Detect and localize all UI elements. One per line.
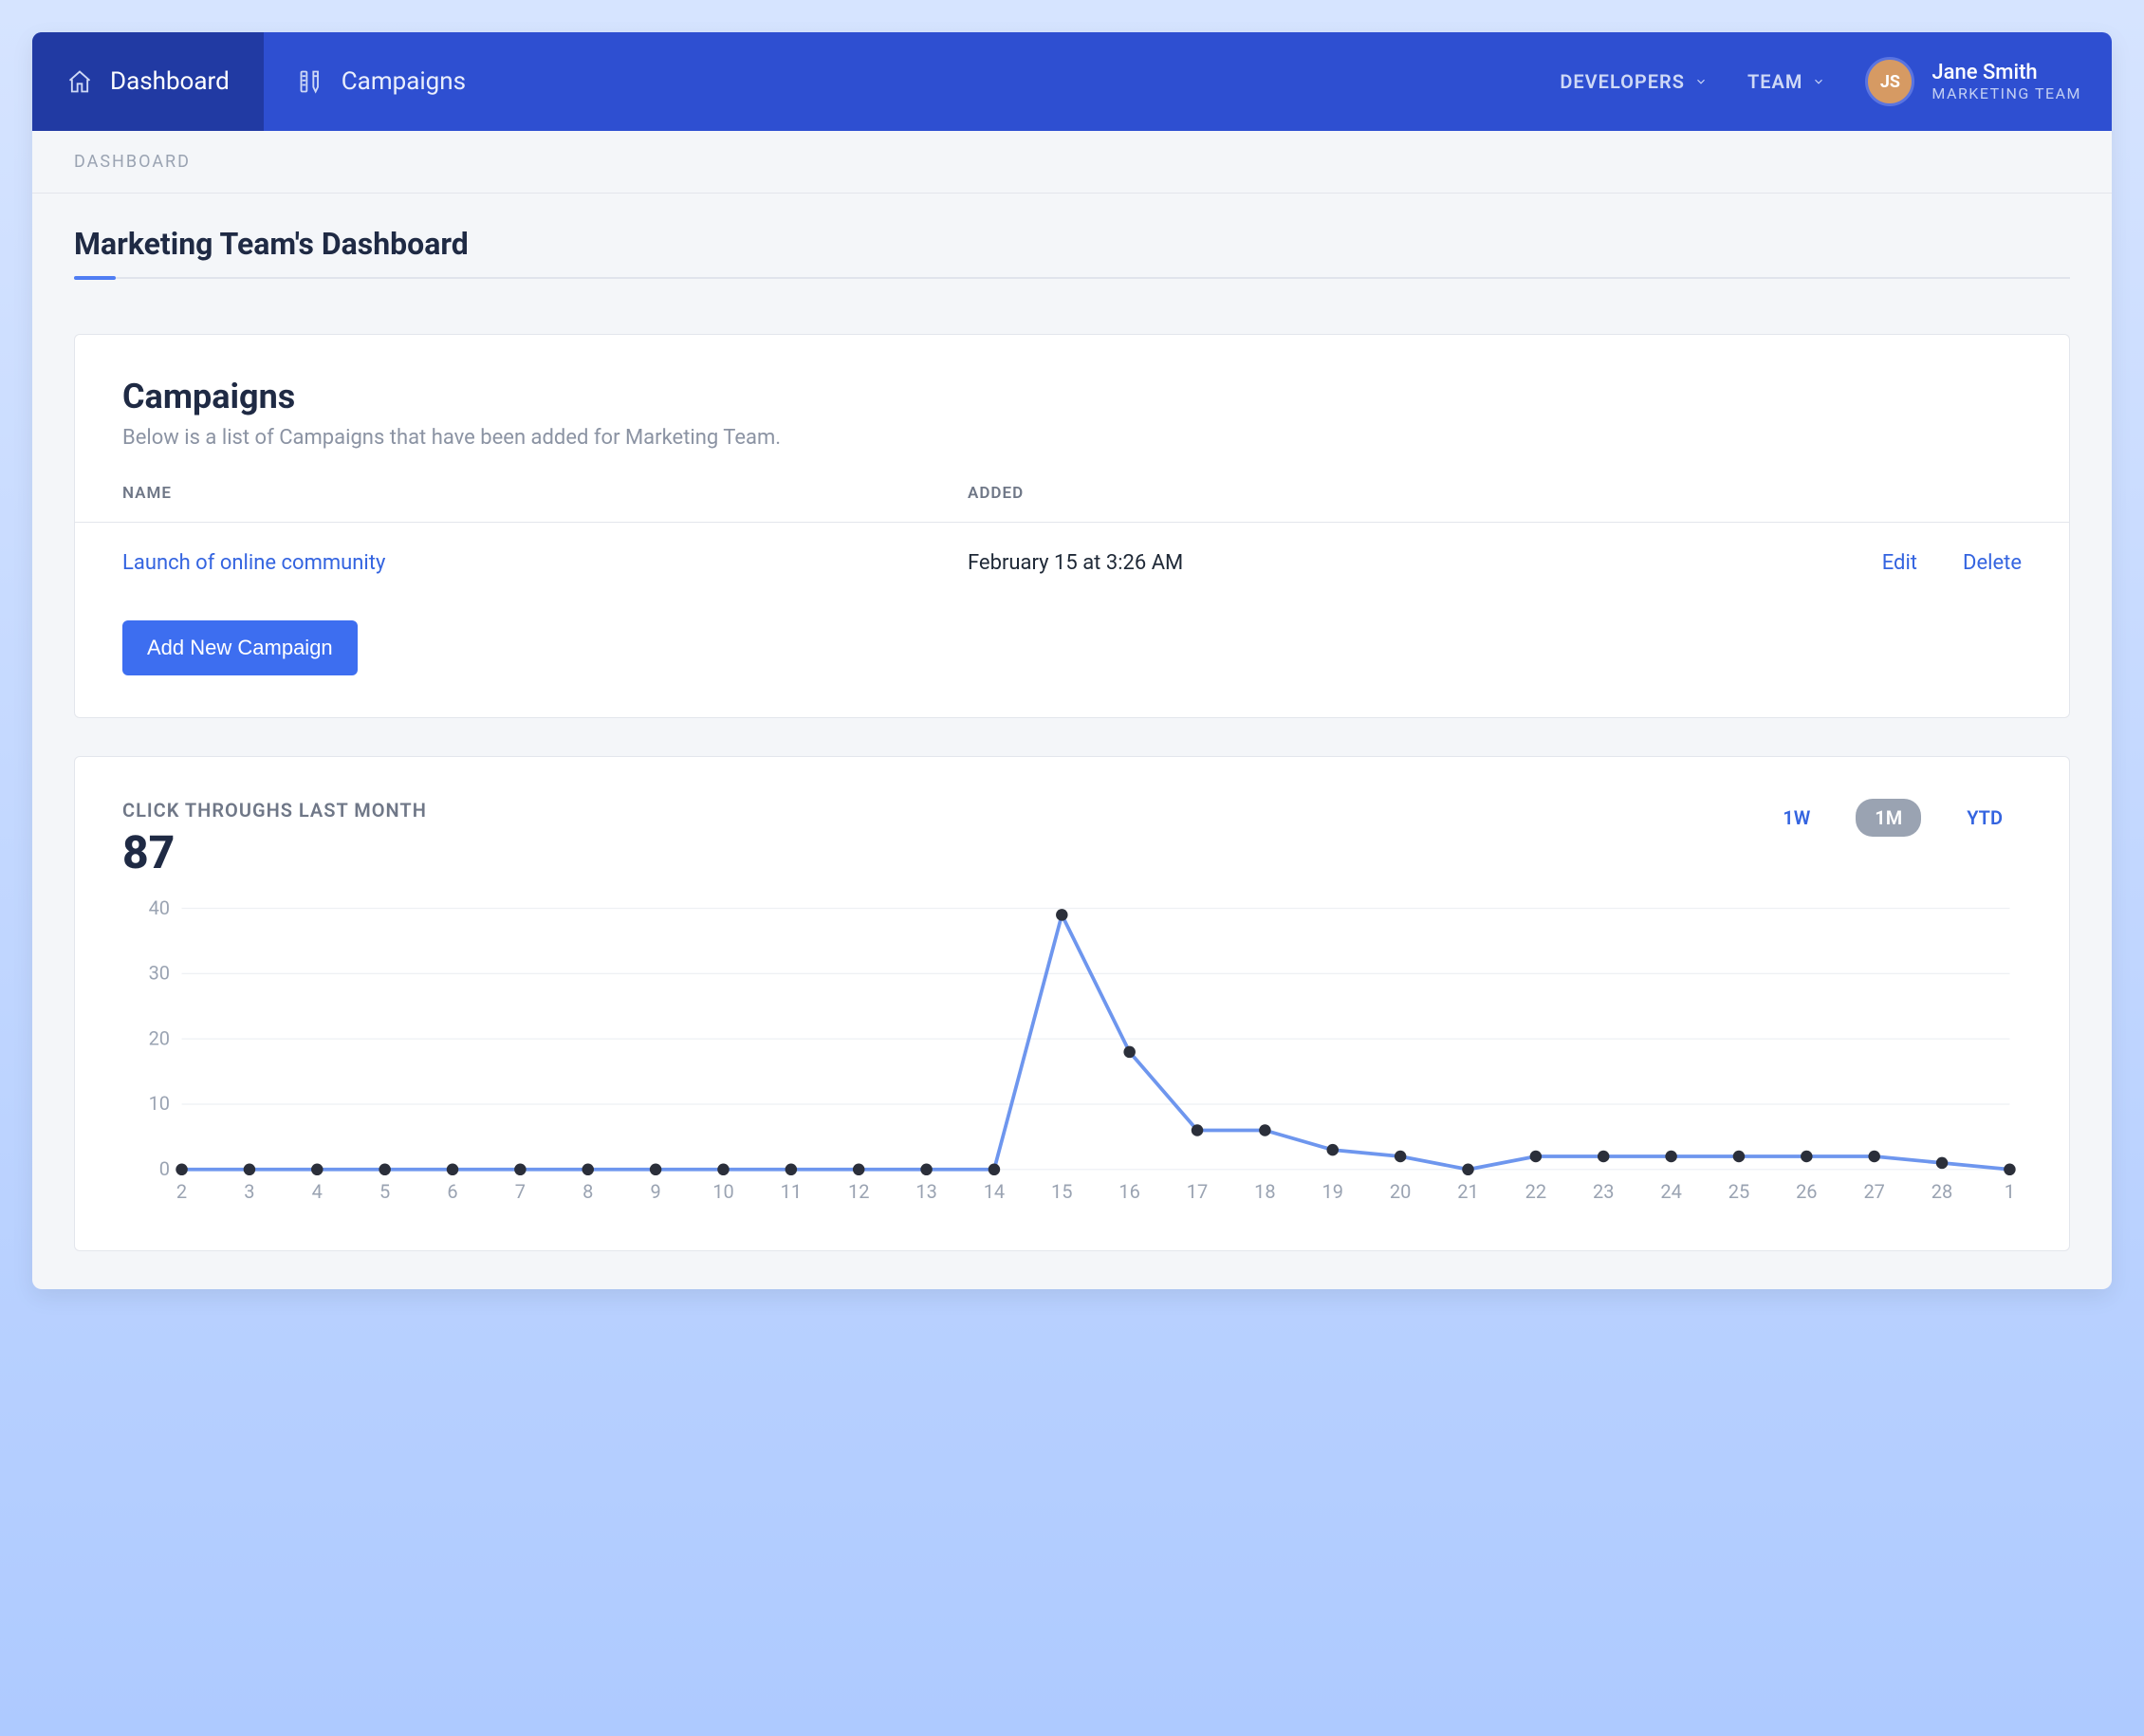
ruler-pencil-icon bbox=[298, 68, 324, 95]
user-role: MARKETING TEAM bbox=[1931, 84, 2081, 102]
svg-text:12: 12 bbox=[848, 1180, 869, 1203]
svg-text:16: 16 bbox=[1118, 1180, 1139, 1203]
page-head: Marketing Team's Dashboard bbox=[32, 194, 2112, 296]
chart-total: 87 bbox=[122, 825, 427, 879]
svg-text:0: 0 bbox=[159, 1157, 170, 1180]
svg-text:23: 23 bbox=[1593, 1180, 1614, 1203]
svg-text:4: 4 bbox=[312, 1180, 323, 1203]
user-chip[interactable]: JS Jane Smith MARKETING TEAM bbox=[1865, 57, 2081, 106]
campaigns-title: Campaigns bbox=[122, 377, 2022, 416]
chevron-down-icon bbox=[1694, 70, 1708, 93]
user-meta: Jane Smith MARKETING TEAM bbox=[1931, 61, 2081, 102]
nav-campaigns[interactable]: Campaigns bbox=[264, 32, 500, 131]
campaign-name-link[interactable]: Launch of online community bbox=[122, 551, 968, 575]
col-name: NAME bbox=[122, 484, 968, 503]
svg-text:19: 19 bbox=[1322, 1180, 1343, 1203]
svg-text:20: 20 bbox=[149, 1026, 170, 1049]
svg-text:2: 2 bbox=[176, 1180, 187, 1203]
svg-text:18: 18 bbox=[1254, 1180, 1275, 1203]
svg-text:13: 13 bbox=[915, 1180, 936, 1203]
avatar: JS bbox=[1865, 57, 1914, 106]
campaigns-table: NAME ADDED Launch of online community Fe… bbox=[122, 484, 2022, 603]
svg-text:6: 6 bbox=[447, 1180, 457, 1203]
svg-text:7: 7 bbox=[515, 1180, 526, 1203]
menu-label: TEAM bbox=[1747, 70, 1802, 93]
campaigns-subtitle: Below is a list of Campaigns that have b… bbox=[122, 426, 2022, 450]
chart: 0102030402345678910111213141516171819202… bbox=[122, 896, 2022, 1209]
svg-text:10: 10 bbox=[149, 1092, 170, 1115]
range-1w[interactable]: 1W bbox=[1764, 799, 1829, 837]
chart-label: CLICK THROUGHS LAST MONTH bbox=[122, 799, 427, 822]
svg-text:21: 21 bbox=[1457, 1180, 1478, 1203]
range-1m[interactable]: 1M bbox=[1856, 799, 1921, 837]
svg-text:26: 26 bbox=[1796, 1180, 1817, 1203]
home-icon bbox=[66, 68, 93, 95]
user-name: Jane Smith bbox=[1931, 61, 2081, 84]
delete-link[interactable]: Delete bbox=[1963, 551, 2022, 575]
add-campaign-button[interactable]: Add New Campaign bbox=[122, 620, 358, 675]
nav-right: DEVELOPERS TEAM JS Jane Smith MARKETING … bbox=[1560, 32, 2112, 131]
svg-text:17: 17 bbox=[1187, 1180, 1208, 1203]
svg-text:11: 11 bbox=[781, 1180, 802, 1203]
svg-text:25: 25 bbox=[1728, 1180, 1749, 1203]
range-toggle: 1W 1M YTD bbox=[1764, 799, 2022, 837]
chevron-down-icon bbox=[1812, 70, 1825, 93]
col-added: ADDED bbox=[968, 484, 1813, 503]
svg-text:8: 8 bbox=[582, 1180, 593, 1203]
svg-text:30: 30 bbox=[149, 962, 170, 985]
svg-text:14: 14 bbox=[984, 1180, 1005, 1203]
svg-text:22: 22 bbox=[1525, 1180, 1546, 1203]
breadcrumb: DASHBOARD bbox=[32, 131, 2112, 194]
svg-text:1: 1 bbox=[2005, 1180, 2015, 1203]
topbar: Dashboard Campaigns DEVELOPERS bbox=[32, 32, 2112, 131]
chart-card: CLICK THROUGHS LAST MONTH 87 1W 1M YTD 0… bbox=[74, 756, 2070, 1251]
svg-text:28: 28 bbox=[1931, 1180, 1952, 1203]
menu-developers[interactable]: DEVELOPERS bbox=[1560, 70, 1708, 93]
page-title: Marketing Team's Dashboard bbox=[74, 226, 2070, 262]
nav-label: Campaigns bbox=[342, 67, 466, 96]
table-header: NAME ADDED bbox=[122, 484, 2022, 522]
edit-link[interactable]: Edit bbox=[1882, 551, 1917, 575]
svg-text:20: 20 bbox=[1390, 1180, 1411, 1203]
campaigns-card: Campaigns Below is a list of Campaigns t… bbox=[74, 334, 2070, 718]
nav-left: Dashboard Campaigns bbox=[32, 32, 500, 131]
table-row: Launch of online community February 15 a… bbox=[122, 523, 2022, 603]
range-ytd[interactable]: YTD bbox=[1948, 799, 2022, 837]
campaign-added: February 15 at 3:26 AM bbox=[968, 551, 1813, 575]
title-underline bbox=[74, 277, 2070, 279]
svg-text:10: 10 bbox=[712, 1180, 733, 1203]
app-shell: Dashboard Campaigns DEVELOPERS bbox=[32, 32, 2112, 1289]
svg-text:40: 40 bbox=[149, 896, 170, 919]
svg-text:3: 3 bbox=[244, 1180, 254, 1203]
nav-label: Dashboard bbox=[110, 67, 230, 96]
nav-dashboard[interactable]: Dashboard bbox=[32, 32, 264, 131]
svg-text:5: 5 bbox=[379, 1180, 390, 1203]
svg-text:15: 15 bbox=[1051, 1180, 1072, 1203]
menu-team[interactable]: TEAM bbox=[1747, 70, 1825, 93]
menu-label: DEVELOPERS bbox=[1560, 70, 1685, 93]
svg-text:24: 24 bbox=[1660, 1180, 1681, 1203]
svg-text:27: 27 bbox=[1863, 1180, 1884, 1203]
svg-text:9: 9 bbox=[650, 1180, 660, 1203]
